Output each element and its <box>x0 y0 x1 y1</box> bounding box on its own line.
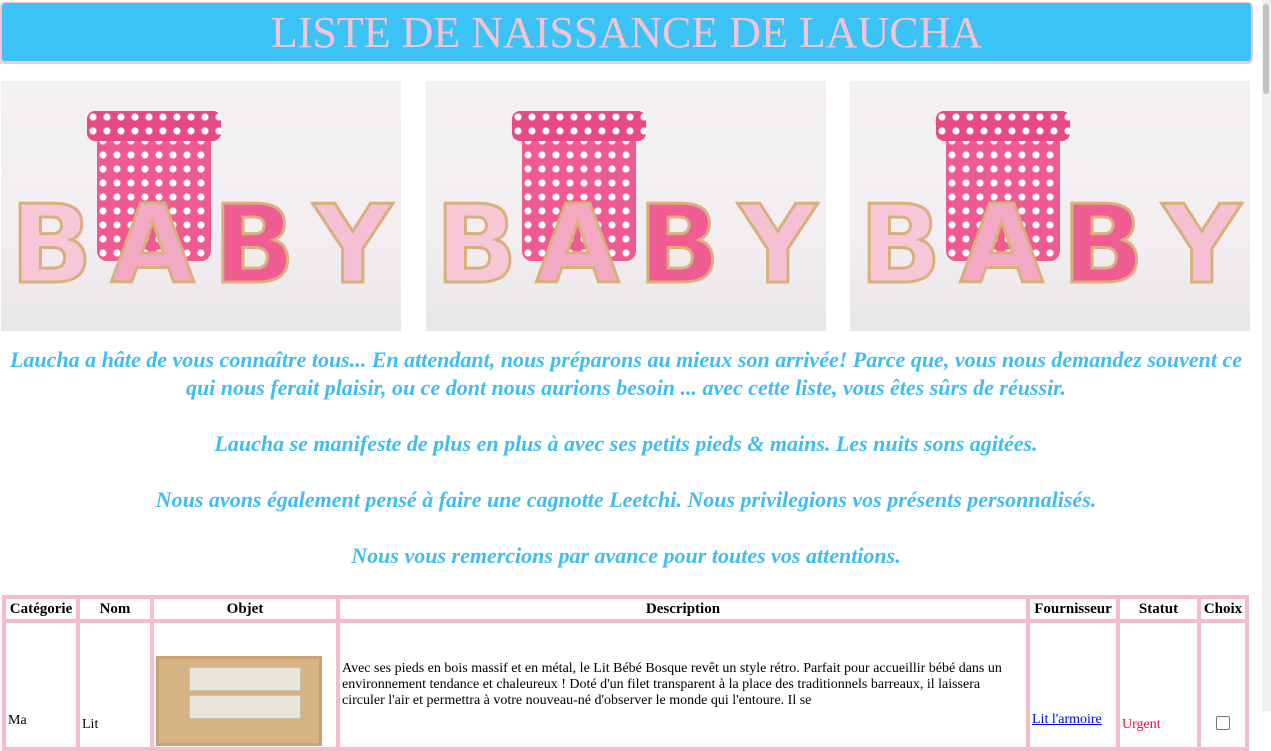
column-header-statut: Statut <box>1118 597 1199 621</box>
baby-photo: B A B Y <box>1 81 401 331</box>
baby-letters: B A B Y <box>850 183 1250 308</box>
intro-paragraph: Laucha se manifeste de plus en plus à av… <box>214 431 1038 456</box>
baby-letters: B A B Y <box>426 183 826 308</box>
status-badge: Urgent <box>1122 716 1161 732</box>
page-title: LISTE DE NAISSANCE DE LAUCHA <box>270 7 983 57</box>
gift-box-lid-image <box>512 111 646 141</box>
gift-list-table: Catégorie Nom Objet Description Fourniss… <box>2 595 1249 751</box>
intro-paragraph: Nous vous remercions par avance pour tou… <box>351 543 901 568</box>
cell-nom: Lit <box>78 621 152 749</box>
letter-y: Y <box>737 183 818 308</box>
letter-b: B <box>858 183 943 308</box>
product-image <box>156 656 322 746</box>
page-header: LISTE DE NAISSANCE DE LAUCHA <box>2 3 1251 61</box>
letter-b: B <box>434 183 519 308</box>
cell-categorie: Ma <box>4 621 78 749</box>
intro-text: Laucha a hâte de vous connaître tous... … <box>0 346 1252 598</box>
baby-letters: B A B Y <box>1 183 401 308</box>
intro-paragraph: Nous avons également pensé à faire une c… <box>155 487 1097 512</box>
gift-box-lid-image <box>87 111 221 141</box>
cell-description: Avec ses pieds en bois massif et en méta… <box>338 621 1028 749</box>
scrollbar-thumb[interactable] <box>1263 4 1269 94</box>
table-row: Ma Lit Avec ses pieds en bois massif et … <box>4 621 1247 749</box>
table-header-row: Catégorie Nom Objet Description Fourniss… <box>4 597 1247 621</box>
letter-b: B <box>9 183 94 308</box>
letter-a: A <box>534 183 621 308</box>
cell-objet <box>152 621 338 749</box>
supplier-link[interactable]: Lit l'armoire <box>1032 712 1102 727</box>
baby-photo: B A B Y <box>426 81 826 331</box>
cell-choix <box>1199 621 1247 749</box>
intro-paragraph: Laucha a hâte de vous connaître tous... … <box>9 347 1243 400</box>
column-header-nom: Nom <box>78 597 152 621</box>
letter-b: B <box>211 183 296 308</box>
choice-checkbox[interactable] <box>1216 716 1230 730</box>
letter-b: B <box>636 183 721 308</box>
letter-y: Y <box>1161 183 1242 308</box>
column-header-categorie: Catégorie <box>4 597 78 621</box>
letter-a: A <box>958 183 1045 308</box>
column-header-fournisseur: Fournisseur <box>1028 597 1118 621</box>
drawer-shape <box>189 667 301 691</box>
letter-b: B <box>1060 183 1145 308</box>
column-header-objet: Objet <box>152 597 338 621</box>
cell-statut: Urgent <box>1118 621 1199 749</box>
baby-photo: B A B Y <box>850 81 1250 331</box>
letter-a: A <box>109 183 196 308</box>
page-scrollbar[interactable] <box>1262 0 1271 711</box>
cell-fournisseur: Lit l'armoire <box>1028 621 1118 749</box>
column-header-choix: Choix <box>1199 597 1247 621</box>
drawer-shape <box>189 695 301 719</box>
gift-box-lid-image <box>936 111 1070 141</box>
column-header-description: Description <box>338 597 1028 621</box>
letter-y: Y <box>312 183 393 308</box>
